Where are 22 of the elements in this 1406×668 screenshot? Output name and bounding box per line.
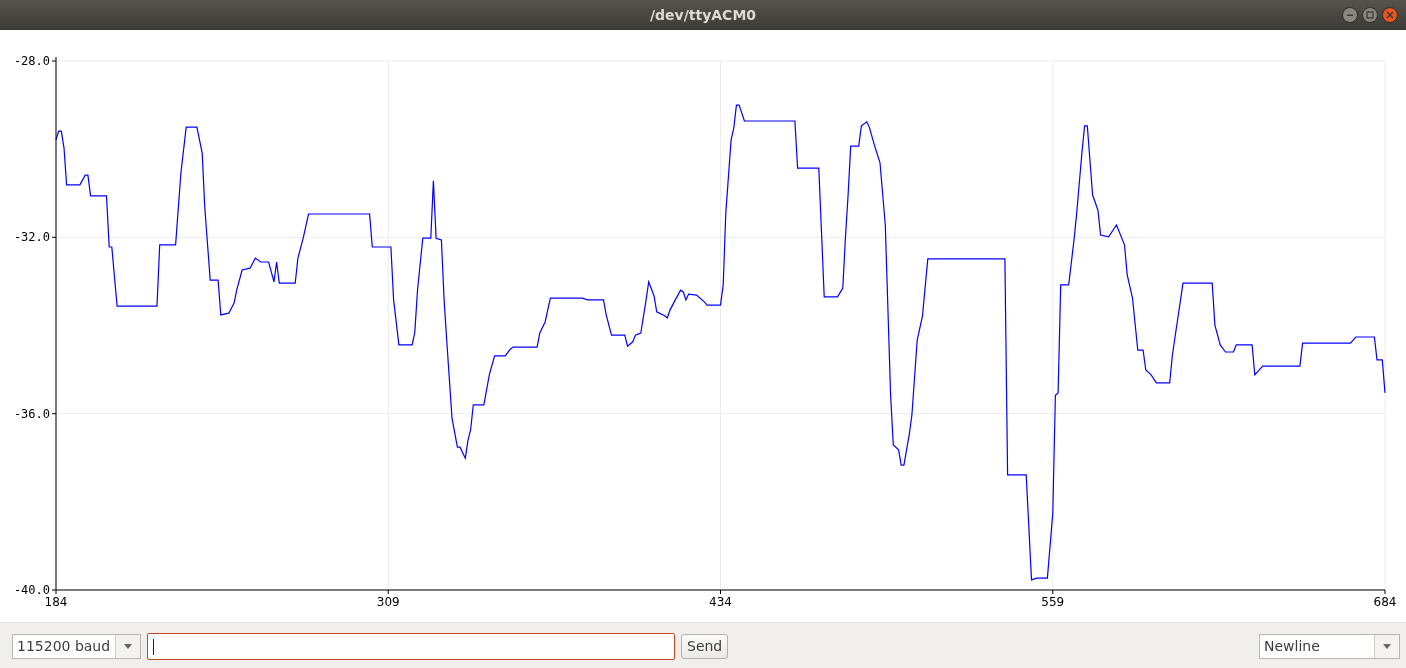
x-tick-label: 684	[1373, 595, 1397, 609]
maximize-button[interactable]	[1362, 7, 1378, 23]
baud-rate-dropdown[interactable]: 115200 baud	[12, 633, 141, 659]
y-tick-label: -28.0	[13, 54, 50, 68]
y-tick-label: -36.0	[13, 406, 50, 421]
dropdown-arrow-icon	[124, 643, 132, 649]
maximize-icon	[1366, 11, 1374, 19]
x-tick-label: 434	[709, 595, 732, 609]
close-button[interactable]	[1382, 7, 1398, 23]
minimize-button[interactable]	[1342, 7, 1358, 23]
y-tick-label: -32.0	[13, 230, 50, 245]
y-tick-label: -40.0	[13, 583, 50, 597]
dropdown-arrow-icon	[1383, 643, 1391, 649]
window-title: /dev/ttyACM0	[649, 7, 757, 23]
x-tick-label: 559	[1041, 595, 1065, 609]
text-cursor	[153, 638, 154, 655]
message-input-field[interactable]	[147, 632, 675, 660]
close-icon	[1386, 11, 1394, 19]
x-tick-label: 309	[376, 595, 400, 609]
line-ending-dropdown[interactable]: Newline	[1259, 633, 1400, 659]
x-tick-label: 184	[44, 595, 68, 609]
send-button[interactable]: Send	[681, 633, 729, 659]
